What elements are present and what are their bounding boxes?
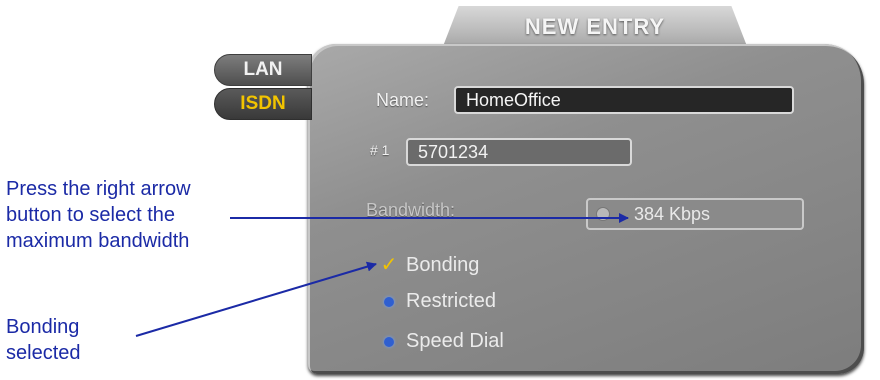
bonding-leader-line: [135, 261, 377, 337]
callout-leaders: [135, 213, 629, 337]
